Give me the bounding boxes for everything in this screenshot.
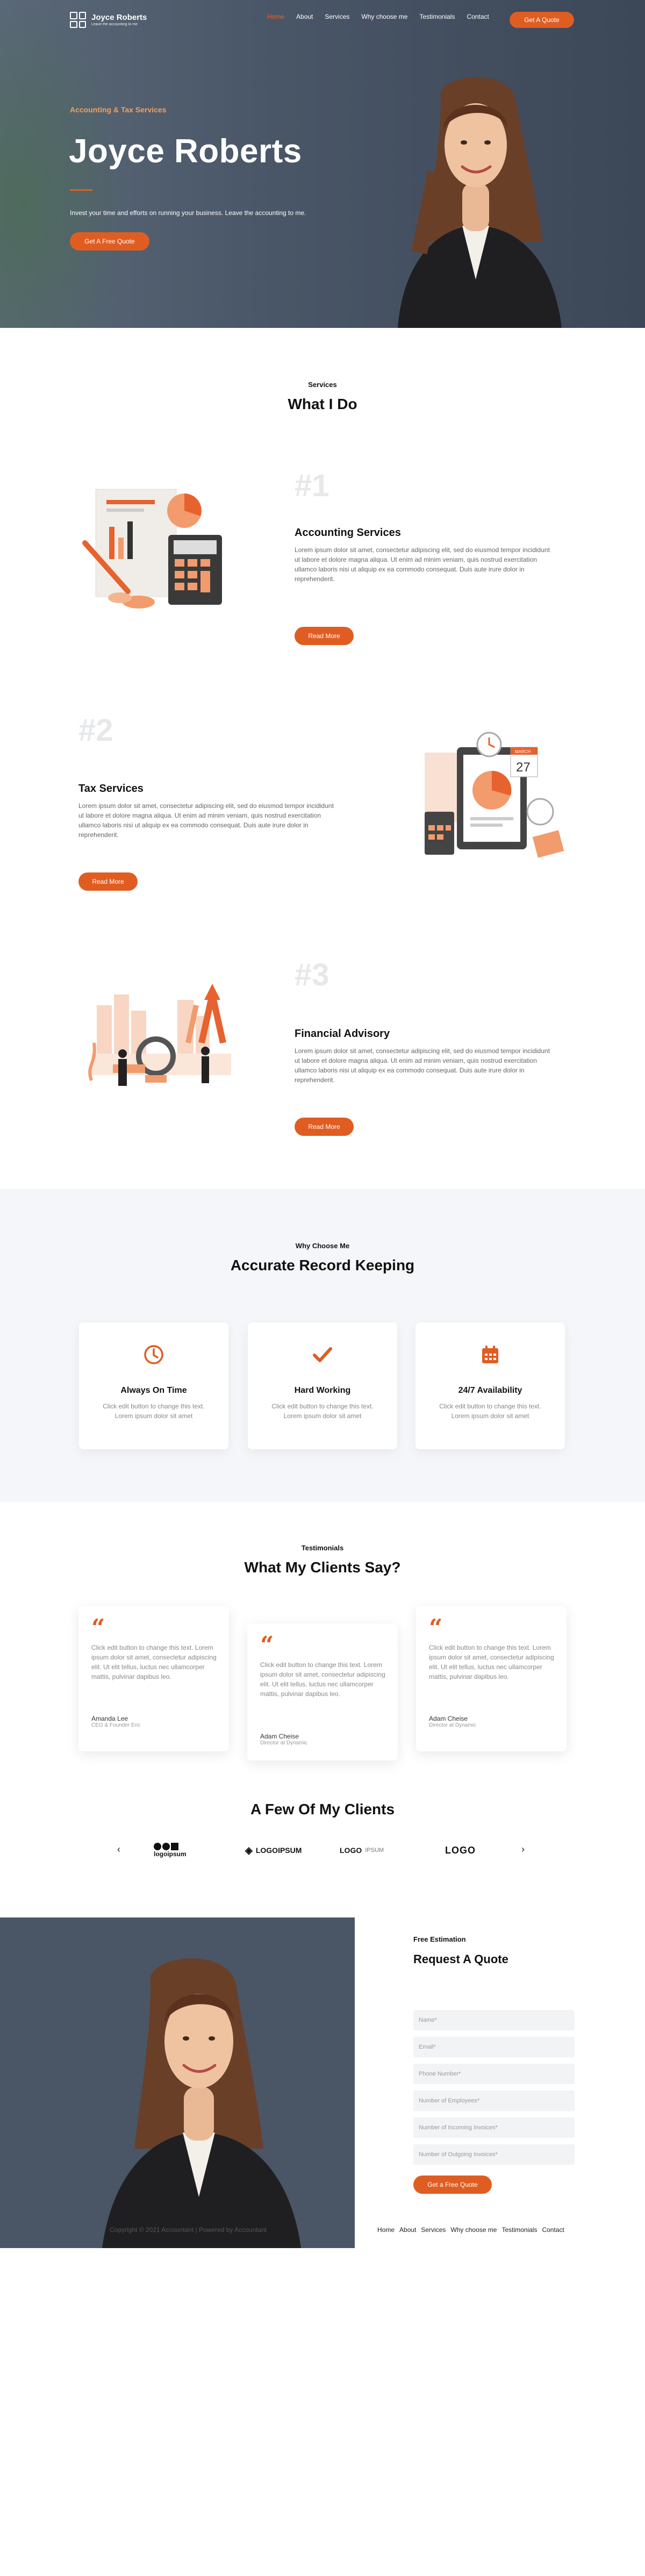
nav-why-choose-me[interactable]: Why choose me bbox=[361, 13, 407, 20]
testimonial-name: Adam Cheise bbox=[260, 1733, 299, 1740]
get-quote-button[interactable]: Get A Quote bbox=[510, 12, 574, 28]
carousel-prev-icon[interactable]: ‹ bbox=[117, 1844, 120, 1855]
quote-icon: “ bbox=[429, 1614, 443, 1642]
quote-image-panel bbox=[0, 1917, 355, 2248]
hero-free-quote-button[interactable]: Get A Free Quote bbox=[70, 232, 149, 251]
hero-divider bbox=[70, 189, 92, 191]
email-field[interactable] bbox=[413, 2037, 575, 2057]
service-3-title: Financial Advisory bbox=[295, 1028, 390, 1040]
testimonial-name: Adam Cheise bbox=[429, 1715, 468, 1722]
client-logo-2: ◈ LOGOIPSUM bbox=[245, 1844, 302, 1856]
testimonial-card-2: “ Click edit button to change this text.… bbox=[247, 1623, 398, 1761]
service-1-read-more-button[interactable]: Read More bbox=[295, 627, 354, 645]
check-icon bbox=[313, 1347, 332, 1362]
quote-heading: Request A Quote bbox=[413, 1952, 508, 1966]
site-tagline: Leave the accounting to me bbox=[91, 22, 138, 26]
hero-title: Joyce Roberts bbox=[69, 133, 302, 170]
phone-field[interactable] bbox=[413, 2064, 575, 2084]
service-1-title: Accounting Services bbox=[295, 527, 401, 539]
nav-services[interactable]: Services bbox=[325, 13, 349, 20]
name-field[interactable] bbox=[413, 2010, 575, 2030]
outgoing-invoices-field[interactable] bbox=[413, 2144, 575, 2165]
site-name: Joyce Roberts bbox=[91, 12, 147, 22]
hero-portrait-image bbox=[398, 77, 562, 328]
carousel-next-icon[interactable]: › bbox=[521, 1844, 525, 1855]
why-label: Why Choose Me bbox=[295, 1242, 350, 1250]
service-3-read-more-button[interactable]: Read More bbox=[295, 1118, 354, 1136]
why-card-description: Click edit button to change this text. L… bbox=[439, 1403, 541, 1420]
nav-about[interactable]: About bbox=[296, 13, 313, 20]
quote-portrait-image bbox=[102, 1958, 301, 2248]
services-heading: What I Do bbox=[288, 396, 357, 412]
service-1-description: Lorem ipsum dolor sit amet, consectetur … bbox=[295, 546, 550, 583]
why-choose-me-section: Why Choose Me Accurate Record Keeping Al… bbox=[0, 1189, 645, 1502]
service-3-number: #3 bbox=[295, 957, 329, 992]
accounting-illustration bbox=[82, 489, 222, 609]
service-2-title: Tax Services bbox=[78, 783, 144, 795]
nav-contact[interactable]: Contact bbox=[467, 13, 489, 20]
testimonial-text: Click edit button to change this text. L… bbox=[260, 1661, 385, 1698]
service-2-description: Lorem ipsum dolor sit amet, consectetur … bbox=[78, 802, 334, 839]
footer-nav-about[interactable]: About bbox=[399, 2226, 416, 2234]
hero-description: Invest your time and efforts on running … bbox=[70, 209, 306, 217]
why-card-availability: 24/7 Availability Click edit button to c… bbox=[415, 1322, 565, 1449]
footer-nav-testimonials[interactable]: Testimonials bbox=[501, 2226, 537, 2234]
service-3-description: Lorem ipsum dolor sit amet, consectetur … bbox=[295, 1047, 550, 1084]
hero-section: Joyce Roberts Leave the accounting to me… bbox=[0, 0, 645, 328]
service-2-number: #2 bbox=[78, 713, 113, 748]
client-logo-1: logoipsum bbox=[154, 1841, 187, 1859]
clients-heading: A Few Of My Clients bbox=[250, 1801, 395, 1817]
services-label: Services bbox=[308, 381, 337, 389]
footer-nav-services[interactable]: Services bbox=[421, 2226, 446, 2234]
testimonials-heading: What My Clients Say? bbox=[244, 1559, 401, 1576]
why-card-on-time: Always On Time Click edit button to chan… bbox=[79, 1322, 228, 1449]
site-logo[interactable]: Joyce Roberts Leave the accounting to me bbox=[70, 12, 147, 28]
quote-icon: “ bbox=[91, 1614, 105, 1642]
footer-nav-why-choose-me[interactable]: Why choose me bbox=[450, 2226, 497, 2234]
employees-field[interactable] bbox=[413, 2091, 575, 2111]
footer-nav: Home About Services Why choose me Testim… bbox=[377, 2226, 569, 2234]
testimonial-name: Amanda Lee bbox=[91, 1715, 128, 1722]
clock-icon bbox=[144, 1345, 163, 1364]
quote-icon: “ bbox=[260, 1632, 274, 1659]
tax-illustration: MARCH 27 bbox=[425, 732, 564, 858]
logo-mark-icon: ◈ bbox=[245, 1844, 253, 1856]
logo-shapes-icon bbox=[154, 1843, 178, 1850]
financial-advisory-illustration bbox=[88, 984, 231, 1086]
service-1-number: #1 bbox=[295, 468, 329, 503]
testimonial-role: Director at Dynamic bbox=[260, 1740, 307, 1746]
submit-quote-button[interactable]: Get a Free Quote bbox=[413, 2176, 492, 2194]
why-card-hard-working: Hard Working Click edit button to change… bbox=[248, 1322, 397, 1449]
calendar-day: 27 bbox=[516, 760, 531, 775]
incoming-invoices-field[interactable] bbox=[413, 2117, 575, 2138]
why-card-description: Click edit button to change this text. L… bbox=[103, 1403, 205, 1420]
calendar-icon bbox=[482, 1346, 498, 1363]
client-logo-4: LOGO bbox=[445, 1844, 476, 1856]
nav-testimonials[interactable]: Testimonials bbox=[419, 13, 455, 20]
footer-copyright: Copyright © 2021 Accountant | Powered by… bbox=[110, 2226, 267, 2234]
why-card-description: Click edit button to change this text. L… bbox=[271, 1403, 374, 1420]
hero-subtitle: Accounting & Tax Services bbox=[70, 105, 167, 114]
testimonial-card-3: “ Click edit button to change this text.… bbox=[416, 1606, 567, 1751]
nav-home[interactable]: Home bbox=[267, 13, 284, 20]
testimonial-role: Director at Dynamic bbox=[429, 1722, 476, 1728]
calendar-month: MARCH bbox=[515, 749, 531, 754]
testimonial-role: CEO & Founder Eric bbox=[91, 1722, 141, 1728]
why-card-title: Always On Time bbox=[120, 1386, 187, 1395]
client-logo-3: LOGO IPSUM bbox=[340, 1846, 384, 1855]
service-2-read-more-button[interactable]: Read More bbox=[78, 872, 138, 891]
why-card-title: 24/7 Availability bbox=[458, 1386, 522, 1395]
why-heading: Accurate Record Keeping bbox=[230, 1257, 415, 1273]
logo-grid-icon bbox=[70, 12, 86, 28]
testimonial-text: Click edit button to change this text. L… bbox=[429, 1644, 554, 1680]
main-nav: Home About Services Why choose me Testim… bbox=[267, 13, 501, 20]
footer-nav-home[interactable]: Home bbox=[377, 2226, 395, 2234]
quote-label: Free Estimation bbox=[413, 1935, 466, 1943]
testimonial-text: Click edit button to change this text. L… bbox=[91, 1644, 217, 1680]
footer-nav-contact[interactable]: Contact bbox=[542, 2226, 564, 2234]
testimonials-label: Testimonials bbox=[301, 1544, 344, 1552]
why-card-title: Hard Working bbox=[294, 1386, 351, 1395]
testimonial-card-1: “ Click edit button to change this text.… bbox=[78, 1606, 229, 1751]
